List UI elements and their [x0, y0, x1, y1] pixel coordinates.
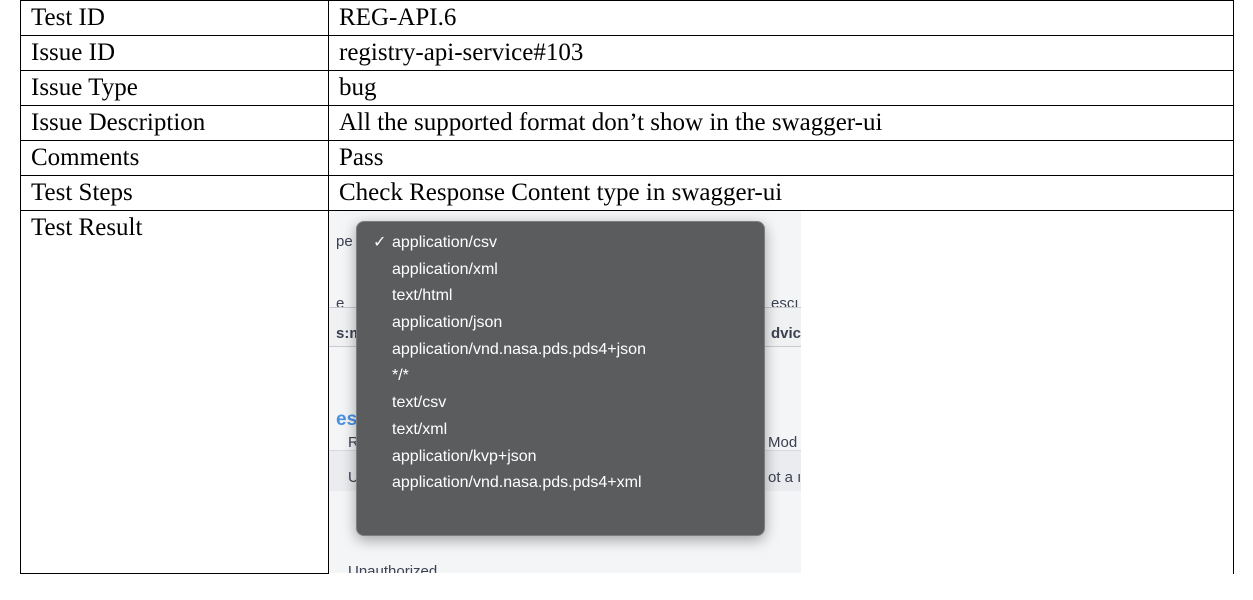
menu-item-content-type[interactable]: text/xml [357, 417, 764, 444]
table-row: Test ID REG-API.6 [20, 0, 1234, 36]
response-desc-fragment: ot a ı [768, 469, 801, 486]
menu-item-content-type[interactable]: text/csv [357, 390, 764, 417]
menu-item-content-type[interactable]: ✓ application/csv [357, 230, 764, 257]
row-value: registry-api-service#103 [328, 35, 1234, 71]
menu-item-content-type[interactable]: application/json [357, 310, 764, 337]
menu-item-label: application/json [392, 314, 503, 332]
menu-item-content-type[interactable]: application/vnd.nasa.pds.pds4+json [357, 337, 764, 364]
test-report-table: Test ID REG-API.6 Issue ID registry-api-… [20, 0, 1234, 574]
swagger-screenshot: pe e escı s:m dvic es R Mod U ot a ı Una… [329, 211, 801, 573]
parameter-desc-fragment: dvic [771, 325, 801, 342]
test-result-cell: pe e escı s:m dvic es R Mod U ot a ı Una… [328, 210, 1234, 574]
row-value: All the supported format don’t show in t… [328, 105, 1234, 141]
table-row: Comments Pass [20, 140, 1234, 176]
menu-item-label: application/csv [392, 234, 497, 251]
row-value: REG-API.6 [328, 0, 1234, 36]
unauthorized-text: Unauthorized [348, 563, 438, 573]
menu-item-label: application/vnd.nasa.pds.pds4+xml [392, 474, 642, 492]
table-row: Test Steps Check Response Content type i… [20, 175, 1234, 211]
checkmark-icon: ✓ [373, 234, 387, 251]
menu-item-label: text/csv [392, 394, 447, 412]
row-label: Test Steps [20, 175, 329, 211]
menu-item-content-type[interactable]: text/html [357, 283, 764, 310]
menu-item-label: text/html [392, 287, 453, 305]
menu-item-label: text/xml [392, 420, 448, 438]
content-type-dropdown-menu[interactable]: ✓ application/csv application/xml text/h… [356, 221, 765, 536]
row-value: Pass [328, 140, 1234, 176]
menu-item-label: application/xml [392, 260, 498, 278]
row-label: Comments [20, 140, 329, 176]
row-label: Test Result [20, 210, 329, 574]
menu-item-content-type[interactable]: application/kvp+json [357, 444, 764, 471]
menu-item-content-type[interactable]: application/vnd.nasa.pds.pds4+xml [357, 470, 764, 497]
table-row: Test Result pe e escı s:m dvic es R Mod … [20, 210, 1234, 574]
table-row: Issue Description All the supported form… [20, 105, 1234, 141]
table-row: Issue ID registry-api-service#103 [20, 35, 1234, 71]
row-value: bug [328, 70, 1234, 106]
menu-item-label: application/vnd.nasa.pds.pds4+json [392, 340, 646, 358]
type-label-fragment: pe [336, 233, 353, 250]
row-label: Issue ID [20, 35, 329, 71]
table-row: Issue Type bug [20, 70, 1234, 106]
menu-item-content-type[interactable]: */* [357, 363, 764, 390]
row-label: Issue Type [20, 70, 329, 106]
row-label: Test ID [20, 0, 329, 36]
menu-item-content-type[interactable]: application/xml [357, 257, 764, 284]
row-label: Issue Description [20, 105, 329, 141]
menu-item-label: */* [392, 367, 409, 385]
menu-item-label: application/kvp+json [392, 447, 537, 465]
row-value: Check Response Content type in swagger-u… [328, 175, 1234, 211]
